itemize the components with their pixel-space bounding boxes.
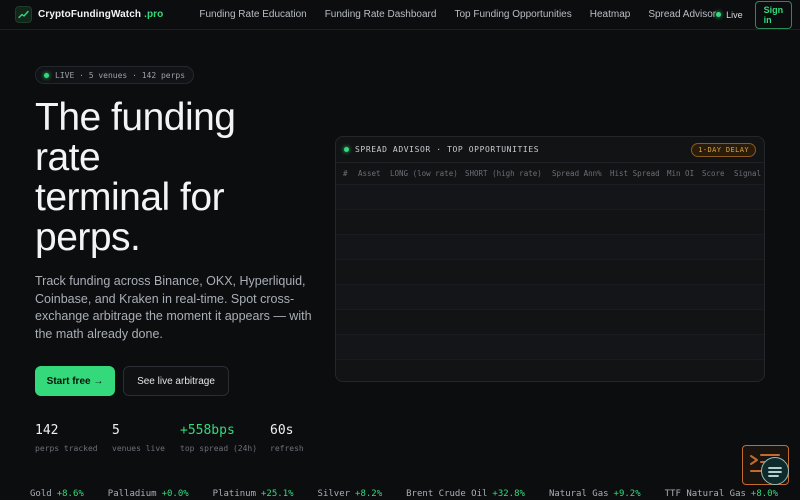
ticker-item: Natural Gas +9.2% [548, 489, 641, 499]
table-row[interactable] [336, 360, 764, 381]
sign-in-button[interactable]: Sign in [754, 0, 793, 29]
stat-perps: 142 perps tracked [35, 423, 98, 453]
panel-header: SPREAD ADVISOR · TOP OPPORTUNITIES 1-DAY… [336, 137, 764, 163]
delay-badge: 1-DAY DELAY [691, 142, 756, 157]
stat-venues: 5 venues live [112, 423, 165, 453]
col-hist-spread[interactable]: Hist Spread [610, 169, 660, 178]
brand-suffix: .pro [144, 9, 164, 20]
ticker-item: Brent Crude Oil +32.8% [406, 489, 525, 499]
nav-links: Funding Rate Education Funding Rate Dash… [199, 9, 716, 20]
hero-headline: The funding rate terminal for perps. [35, 96, 236, 259]
table-row[interactable] [336, 235, 764, 260]
stat-top-spread: +558bps top spread (24h) [180, 423, 258, 453]
nav-link-education[interactable]: Funding Rate Education [199, 9, 306, 20]
col-spread-ann[interactable]: Spread Ann% [552, 169, 602, 178]
commodity-ticker: Gold +8.6% Palladium +0.0% Platinum +25.1% … [0, 489, 800, 500]
table-row[interactable] [336, 260, 764, 285]
table-row[interactable] [336, 185, 764, 210]
live-dot-icon [716, 12, 722, 17]
live-dot-icon [44, 72, 49, 78]
col-asset[interactable]: Asset [358, 169, 381, 178]
nav-link-heatmap[interactable]: Heatmap [590, 9, 631, 20]
stats-row: 142 perps tracked 5 venues live +558bps … [35, 423, 304, 453]
table-header: # Asset LONG (low rate) SHORT (high rate… [336, 163, 764, 185]
ticker-item: Silver +8.2% [317, 489, 383, 499]
hero-subtext: Track funding across Binance, OKX, Hyper… [35, 274, 312, 341]
table-row[interactable] [336, 310, 764, 335]
trend-chart-icon [15, 6, 32, 23]
spread-advisor-panel: SPREAD ADVISOR · TOP OPPORTUNITIES 1-DAY… [335, 136, 765, 382]
chat-assistant-icon[interactable] [761, 457, 789, 485]
nav-link-opportunities[interactable]: Top Funding Opportunities [454, 9, 571, 20]
col-min-oi[interactable]: Min OI [667, 169, 694, 178]
table-row[interactable] [336, 285, 764, 310]
live-indicator: Live [716, 10, 743, 20]
live-label: Live [726, 9, 743, 20]
ticker-item: TTF Natural Gas +8.0% [664, 489, 779, 499]
table-body [336, 185, 764, 381]
col-long[interactable]: LONG (low rate) [390, 169, 458, 178]
ticker-item: Gold +8.6% [30, 489, 84, 499]
col-score[interactable]: Score [702, 169, 725, 178]
live-status-text: LIVE · 5 venues · 142 perps [55, 70, 186, 80]
ticker-item: Platinum +25.1% [212, 489, 294, 499]
nav-link-dashboard[interactable]: Funding Rate Dashboard [325, 9, 437, 20]
brand-logo[interactable]: CryptoFundingWatch .pro [15, 6, 163, 23]
live-status-pill: LIVE · 5 venues · 142 perps [35, 66, 195, 84]
table-row[interactable] [336, 210, 764, 235]
col-short[interactable]: SHORT (high rate) [465, 169, 542, 178]
brand-name: CryptoFundingWatch [38, 9, 142, 20]
top-nav: CryptoFundingWatch .pro Funding Rate Educ… [0, 0, 800, 30]
live-dot-icon [344, 147, 349, 152]
see-live-arbitrage-button[interactable]: See live arbitrage [123, 366, 229, 396]
table-row[interactable] [336, 335, 764, 360]
start-free-button[interactable]: Start free → [35, 366, 115, 396]
col-rank[interactable]: # [343, 169, 348, 178]
stat-refresh: 60s refresh [270, 423, 304, 453]
nav-link-spread-advisor[interactable]: Spread Advisor [648, 9, 716, 20]
ticker-item: Palladium +0.0% [107, 489, 189, 499]
panel-title: SPREAD ADVISOR · TOP OPPORTUNITIES [355, 145, 540, 154]
col-signal[interactable]: Signal [734, 169, 761, 178]
